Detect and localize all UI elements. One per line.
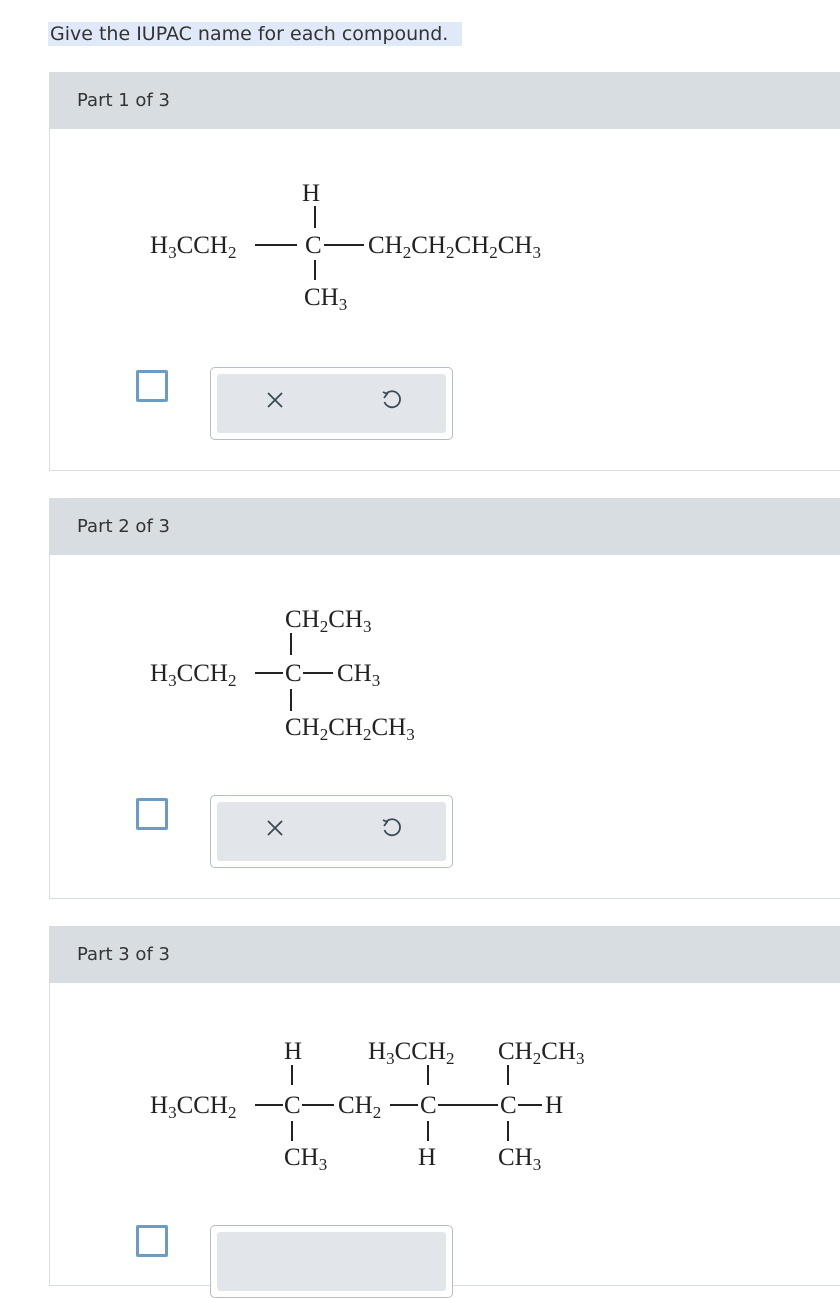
answer-checkbox[interactable] bbox=[136, 798, 168, 830]
part-3-card: Part 3 of 3 H H3CCH2 CH2CH3 H3CCH2 C CH2… bbox=[49, 926, 840, 1298]
x-icon[interactable] bbox=[263, 816, 287, 840]
group-bottom-3: CH3 bbox=[498, 1144, 542, 1174]
group-right: CH3 bbox=[337, 660, 381, 690]
part-2-header: Part 2 of 3 bbox=[50, 499, 840, 555]
answer-toolbox bbox=[210, 367, 453, 440]
group-right: CH2CH2CH2CH3 bbox=[368, 232, 541, 262]
answer-checkbox[interactable] bbox=[136, 1225, 168, 1257]
x-icon[interactable] bbox=[263, 388, 287, 412]
group-ch2-middle: CH2 bbox=[338, 1092, 382, 1122]
atom-h-right: H bbox=[545, 1092, 564, 1119]
group-top: CH2CH3 bbox=[285, 606, 372, 636]
group-bottom-1: CH3 bbox=[284, 1144, 328, 1174]
group-left: H3CCH2 bbox=[150, 660, 237, 690]
instruction-text: Give the IUPAC name for each compound. bbox=[48, 22, 463, 46]
atom-c-1: C bbox=[284, 1092, 301, 1119]
group-left: H3CCH2 bbox=[150, 1092, 237, 1122]
answer-checkbox[interactable] bbox=[136, 370, 168, 402]
part-2-card: Part 2 of 3 CH2CH3 H3CCH2 C CH3 CH2CH2CH… bbox=[49, 498, 840, 899]
atom-c-2: C bbox=[420, 1092, 437, 1119]
atom-h-top-1: H bbox=[284, 1038, 303, 1065]
undo-icon[interactable] bbox=[379, 816, 403, 840]
answer-toolbox bbox=[210, 1225, 453, 1298]
atom-c-3: C bbox=[500, 1092, 517, 1119]
answer-toolbox bbox=[210, 795, 453, 868]
atom-h-bottom: H bbox=[418, 1144, 437, 1171]
group-bottom: CH3 bbox=[304, 284, 348, 314]
undo-icon[interactable] bbox=[379, 388, 403, 412]
part-3-header: Part 3 of 3 bbox=[50, 927, 840, 983]
group-top-3: CH2CH3 bbox=[498, 1038, 585, 1068]
group-top-2: H3CCH2 bbox=[368, 1038, 455, 1068]
atom-c-center: C bbox=[305, 232, 322, 259]
group-left: H3CCH2 bbox=[150, 232, 237, 262]
group-bottom: CH2CH2CH3 bbox=[285, 714, 415, 744]
part-1-header: Part 1 of 3 bbox=[50, 73, 840, 129]
atom-h-top: H bbox=[302, 180, 321, 207]
atom-c-center: C bbox=[285, 660, 302, 687]
part-1-card: Part 1 of 3 H H3CCH2 C CH2CH2CH2CH3 CH3 bbox=[49, 72, 840, 471]
